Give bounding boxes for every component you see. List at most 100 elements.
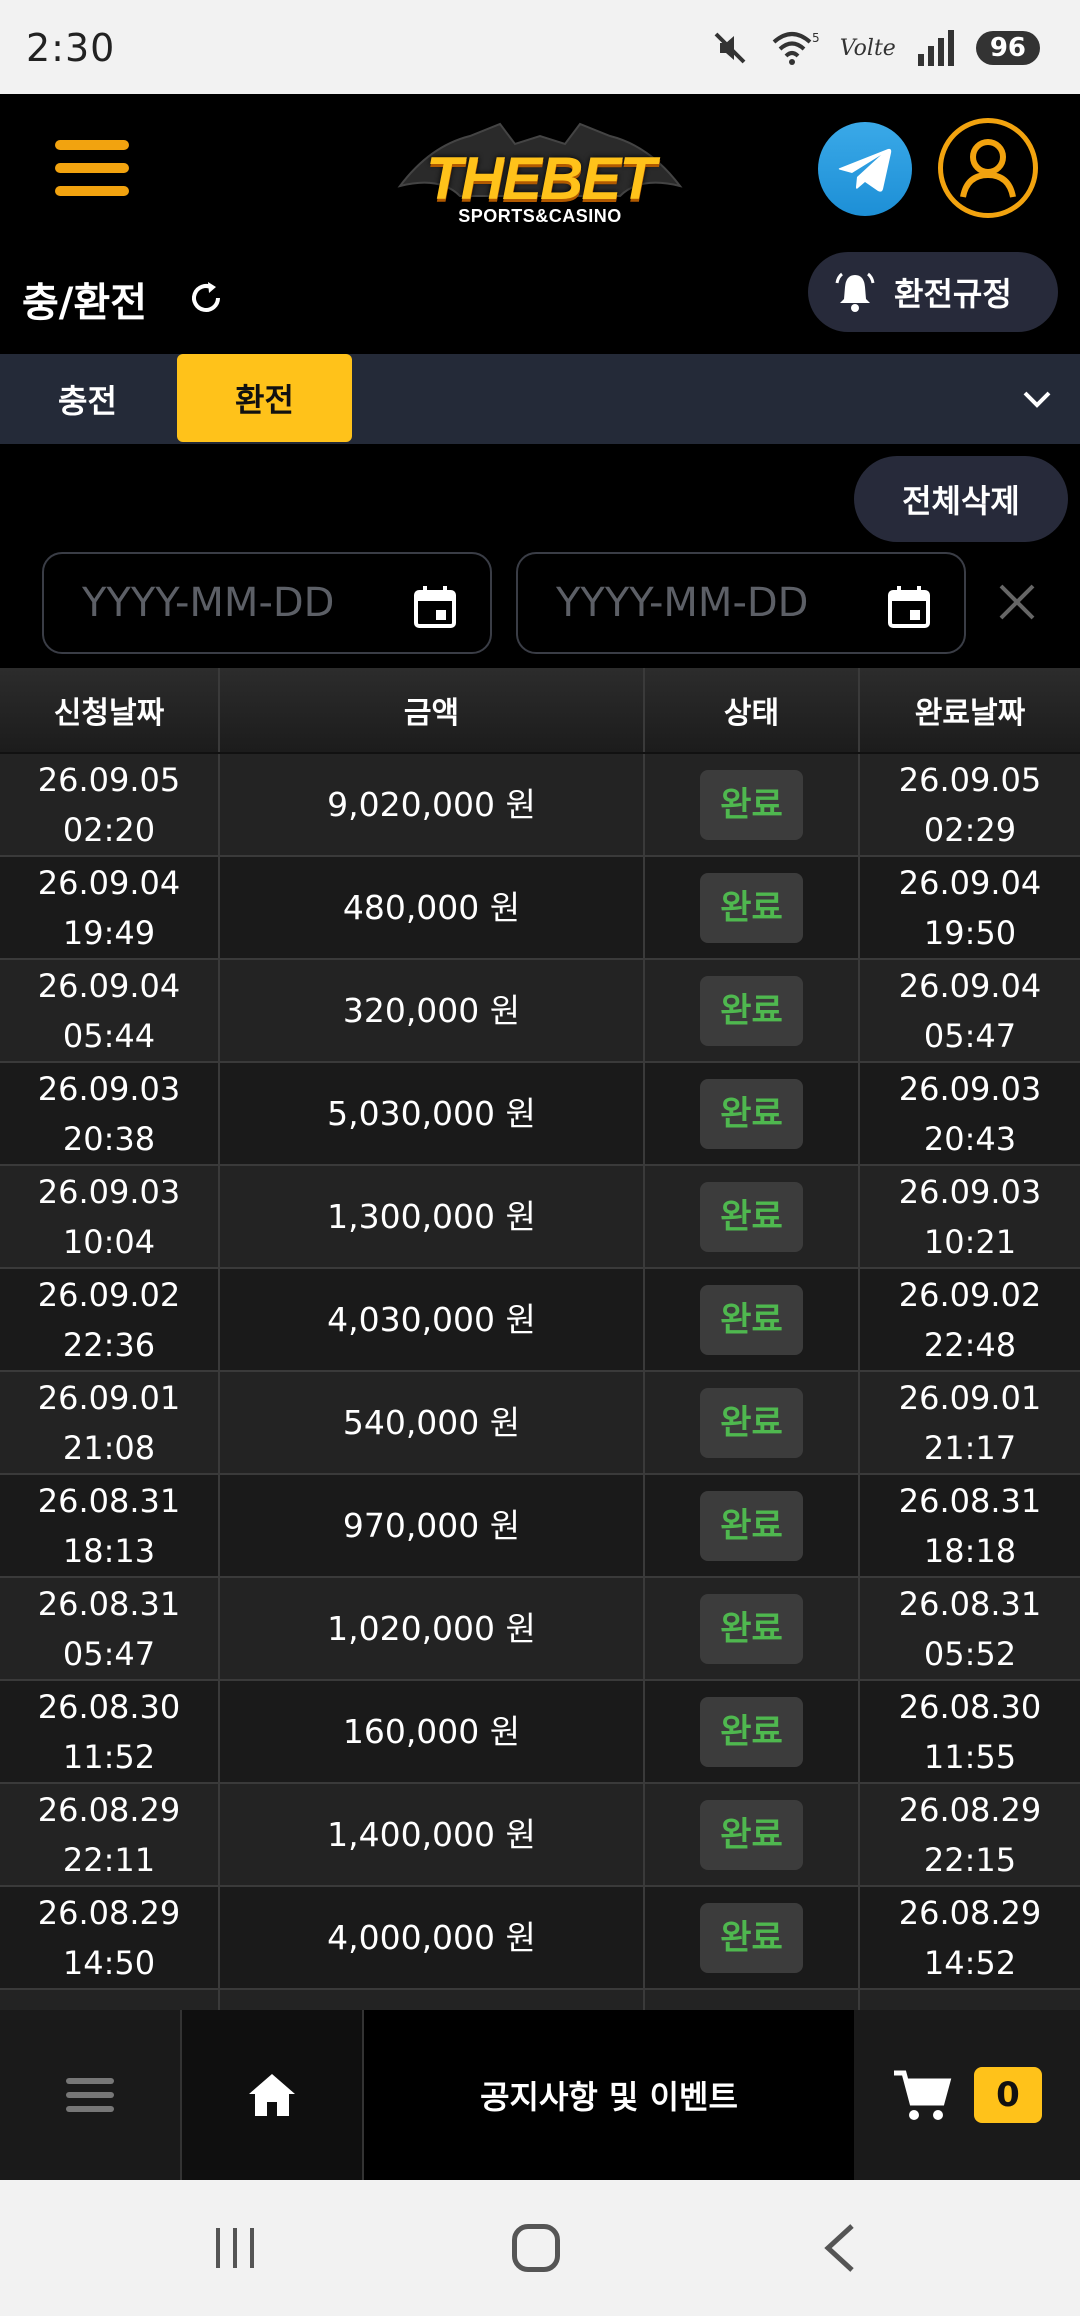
notice-event-link[interactable]: 공지사항 및 이벤트 (364, 2010, 854, 2180)
table-row: 26.08.29 22:11 1,400,000 원 완료 26.08.29 22:15 (0, 1784, 1080, 1887)
telegram-icon (838, 148, 892, 192)
cell-complete: 26.08.30 11:55 (860, 1681, 1080, 1782)
system-home-icon[interactable] (512, 2224, 560, 2272)
table-row: 26.08.31 18:13 970,000 원 완료 26.08.31 18:18 (0, 1475, 1080, 1578)
amount-value: 1,020,000 원 (327, 1608, 536, 1648)
table-row: 26.09.05 02:20 9,020,000 원 완료 26.09.05 02:29 (0, 754, 1080, 857)
tab-exchange[interactable]: 환전 (177, 354, 352, 442)
recent-apps-icon[interactable] (212, 2226, 258, 2270)
complete-date: 26.08.30 (898, 1687, 1042, 1726)
exchange-rules-button[interactable]: 환전규정 (808, 252, 1058, 332)
table-row: 26.09.04 05:44 320,000 원 완료 26.09.04 05:47 (0, 960, 1080, 1063)
status-badge: 완료 (700, 1284, 803, 1355)
cell-status (645, 1990, 860, 2010)
date-to-input[interactable] (556, 580, 856, 626)
refresh-icon[interactable] (186, 278, 226, 318)
request-time: 05:47 (62, 1634, 156, 1673)
bell-icon (835, 272, 875, 312)
complete-date: 26.09.03 (898, 1172, 1042, 1211)
complete-time: 22:15 (923, 1840, 1017, 1879)
request-date: 26.09.03 (37, 1172, 181, 1211)
status-badge: 완료 (700, 1181, 803, 1252)
complete-date: 26.09.05 (898, 760, 1042, 799)
amount-value: 5,030,000 원 (327, 1093, 536, 1133)
cell-status: 완료 (645, 1475, 860, 1576)
cell-amount: 1,020,000 원 (220, 1578, 645, 1679)
table-row: 26.08.31 05:47 1,020,000 원 완료 26.08.31 05:52 (0, 1578, 1080, 1681)
cell-status: 완료 (645, 1269, 860, 1370)
delete-all-button[interactable]: 전체삭제 (854, 456, 1068, 542)
col-status: 상태 (645, 668, 860, 752)
cell-complete: 26.08.29 14:52 (860, 1887, 1080, 1988)
logo-text: THEBET (426, 145, 656, 212)
date-from-input[interactable] (82, 580, 382, 626)
cell-status: 완료 (645, 960, 860, 1061)
calendar-icon[interactable] (412, 584, 458, 630)
account-button[interactable] (938, 118, 1038, 218)
complete-time: 19:50 (923, 913, 1017, 952)
table-header: 신청날짜 금액 상태 완료날짜 (0, 668, 1080, 754)
table-row: 26.08.27 26.08.27 (0, 1990, 1080, 2010)
complete-date: 26.08.29 (898, 1893, 1042, 1932)
menu-icon[interactable] (55, 140, 129, 196)
user-icon (960, 139, 1016, 198)
system-nav-bar (0, 2180, 1080, 2316)
request-time: 14:50 (62, 1943, 156, 1982)
cell-amount: 5,030,000 원 (220, 1063, 645, 1164)
cell-request: 26.09.03 10:04 (0, 1166, 220, 1267)
complete-date: 26.09.01 (898, 1378, 1042, 1417)
cell-amount: 970,000 원 (220, 1475, 645, 1576)
complete-time: 11:55 (923, 1737, 1017, 1776)
status-badge: 완료 (700, 975, 803, 1046)
status-badge: 완료 (700, 872, 803, 943)
date-to-field[interactable] (516, 552, 966, 654)
chevron-down-icon[interactable] (1020, 382, 1054, 416)
cell-request: 26.09.03 20:38 (0, 1063, 220, 1164)
home-icon (249, 2074, 295, 2116)
cell-status: 완료 (645, 857, 860, 958)
cell-complete: 26.09.03 10:21 (860, 1166, 1080, 1267)
brand-logo[interactable]: THEBET SPORTS&CASINO (390, 116, 690, 226)
request-date: 26.09.02 (37, 1275, 181, 1314)
cell-request: 26.09.04 05:44 (0, 960, 220, 1061)
status-badge: 완료 (700, 1696, 803, 1767)
complete-time: 22:48 (923, 1325, 1017, 1364)
status-badge: 완료 (700, 1902, 803, 1973)
cart-icon (894, 2070, 952, 2120)
cell-amount: 160,000 원 (220, 1681, 645, 1782)
request-date: 26.08.29 (37, 1790, 181, 1829)
back-icon[interactable] (820, 2222, 860, 2274)
cell-complete: 26.09.03 20:43 (860, 1063, 1080, 1164)
home-button[interactable] (182, 2010, 364, 2180)
menu-icon (66, 2070, 114, 2120)
table-row: 26.08.29 14:50 4,000,000 원 완료 26.08.29 14:52 (0, 1887, 1080, 1990)
calendar-icon[interactable] (886, 584, 932, 630)
request-time: 10:04 (62, 1222, 156, 1261)
clear-filter-icon[interactable] (995, 580, 1039, 624)
complete-time: 20:43 (923, 1119, 1017, 1158)
cart-button[interactable]: 0 (854, 2010, 1080, 2180)
exchange-history-table: 신청날짜 금액 상태 완료날짜 26.09.05 02:20 9,020,000 원… (0, 668, 1080, 2010)
cell-status: 완료 (645, 1681, 860, 1782)
status-bar: 2:30 5 Volte 96 (0, 0, 1080, 94)
telegram-button[interactable] (818, 122, 912, 216)
cell-amount: 480,000 원 (220, 857, 645, 958)
complete-date: 26.08.31 (898, 1584, 1042, 1623)
cell-amount: 1,400,000 원 (220, 1784, 645, 1885)
cell-request: 26.08.29 14:50 (0, 1887, 220, 1988)
cell-amount: 4,000,000 원 (220, 1887, 645, 1988)
tab-charge[interactable]: 충전 (30, 354, 145, 444)
battery-indicator: 96 (975, 31, 1040, 65)
cell-status: 완료 (645, 1887, 860, 1988)
tab-bar: 충전 환전 (0, 354, 1080, 444)
cell-request: 26.08.29 22:11 (0, 1784, 220, 1885)
date-from-field[interactable] (42, 552, 492, 654)
cell-complete: 26.08.27 (860, 1990, 1080, 2010)
amount-value: 160,000 원 (342, 1711, 521, 1751)
complete-date: 26.09.03 (898, 1069, 1042, 1108)
request-time: 02:20 (62, 810, 156, 849)
volte-indicator: Volte (839, 35, 896, 61)
cell-request: 26.08.31 18:13 (0, 1475, 220, 1576)
cell-complete: 26.09.04 05:47 (860, 960, 1080, 1061)
bottom-menu-button[interactable] (0, 2010, 182, 2180)
